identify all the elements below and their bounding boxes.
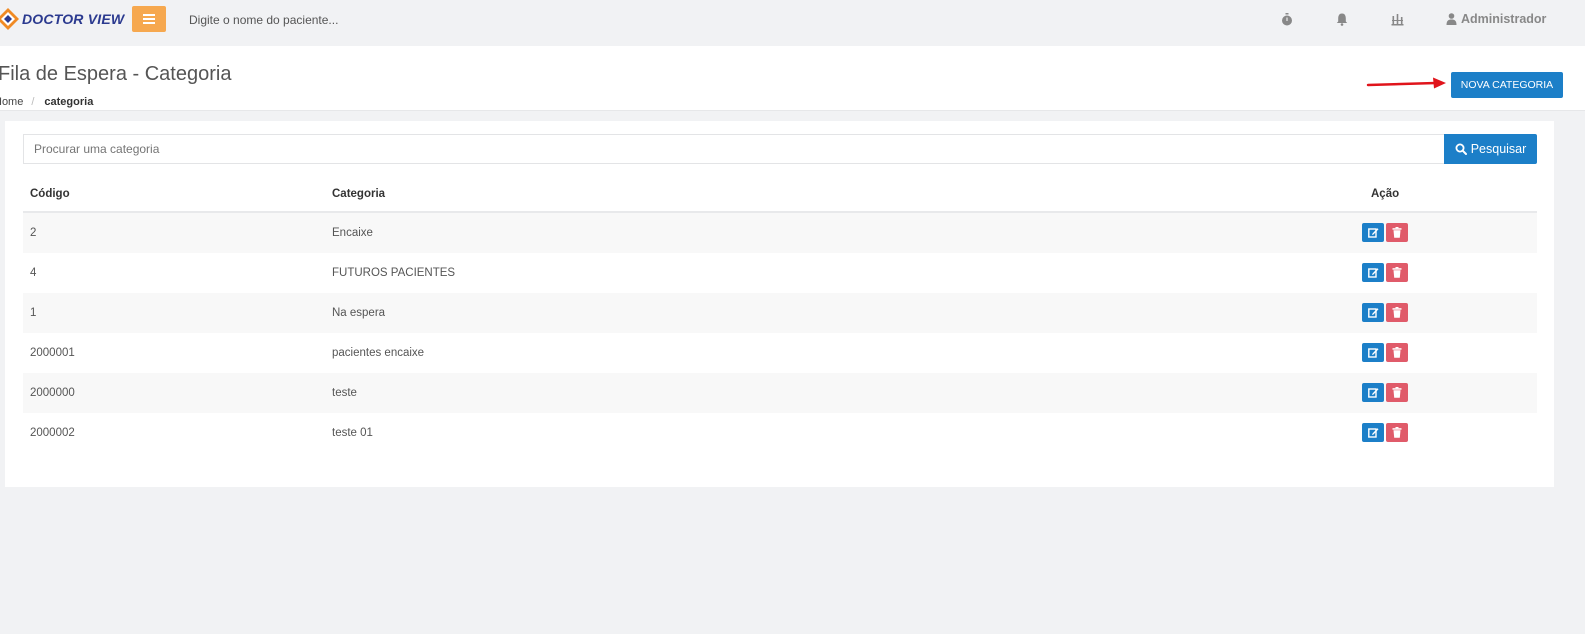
hamburger-icon [143,14,155,24]
edit-icon [1367,428,1378,438]
logo[interactable]: DOCTOR VIEW [0,6,124,32]
row-code: 2000001 [30,347,75,359]
page-title: Fila de Espera - Categoria [0,63,232,85]
row-code: 1 [30,307,37,319]
top-navbar: DOCTOR VIEW Digite o nome do paciente... [0,0,1585,46]
bell-icon[interactable] [1335,12,1349,26]
user-name: Administrador [1461,12,1547,26]
row-code: 2000000 [30,387,75,399]
logo-icon [0,8,19,30]
trash-icon [1392,387,1402,398]
trash-icon [1392,347,1402,358]
edit-button[interactable] [1362,303,1384,322]
row-actions [1362,263,1410,282]
edit-button[interactable] [1362,343,1384,362]
category-card: Pesquisar Código Categoria Ação 2 Encaix… [5,121,1554,487]
row-code: 2000002 [30,427,75,439]
row-category: teste [332,387,357,399]
row-category: Na espera [332,307,386,319]
table-body: 2 Encaixe 4 FUTUROS PACIENTES 1 Na esper… [23,213,1537,453]
user-menu[interactable]: Administrador [1446,12,1546,26]
logo-text: DOCTOR VIEW [22,11,125,27]
edit-icon [1367,308,1378,318]
search-button[interactable]: Pesquisar [1444,134,1537,164]
column-header-category: Categoria [332,187,386,200]
delete-button[interactable] [1386,343,1408,362]
trash-icon [1392,227,1402,238]
breadcrumb-home[interactable]: Home [0,96,23,108]
table-row: 2000001 pacientes encaixe [23,333,1537,373]
network-icon[interactable] [1390,12,1404,26]
row-actions [1362,343,1410,362]
user-icon [1446,13,1457,25]
new-category-button[interactable]: NOVA CATEGORIA [1451,72,1563,98]
row-code: 2 [30,227,37,239]
edit-button[interactable] [1362,263,1384,282]
row-category: Encaixe [332,227,373,239]
delete-button[interactable] [1386,423,1408,442]
edit-icon [1367,268,1378,278]
table-row: 1 Na espera [23,293,1537,333]
row-category: pacientes encaixe [332,347,425,359]
delete-button[interactable] [1386,303,1408,322]
edit-button[interactable] [1362,383,1384,402]
delete-button[interactable] [1386,223,1408,242]
breadcrumb-separator: / [31,96,35,108]
edit-icon [1367,228,1378,238]
trash-icon [1392,267,1402,278]
category-table: Código Categoria Ação 2 Encaixe 4 FUTURO… [23,176,1537,453]
annotation-arrow [1366,77,1446,89]
edit-button[interactable] [1362,423,1384,442]
row-actions [1362,303,1410,322]
row-category: FUTUROS PACIENTES [332,267,456,279]
search-button-label: Pesquisar [1470,142,1527,156]
table-row: 2000002 teste 01 [23,413,1537,453]
delete-button[interactable] [1386,263,1408,282]
table-row: 2 Encaixe [23,213,1537,253]
row-actions [1362,223,1410,242]
table-row: 4 FUTUROS PACIENTES [23,253,1537,293]
row-actions [1362,423,1410,442]
trash-icon [1392,427,1402,438]
column-header-code: Código [30,187,70,200]
row-category: teste 01 [332,427,373,439]
delete-button[interactable] [1386,383,1408,402]
breadcrumb-current: categoria [44,96,94,108]
menu-toggle-button[interactable] [132,6,166,32]
page-header: Fila de Espera - Categoria Home / catego… [0,46,1585,111]
column-header-action: Ação [1371,187,1400,200]
table-row: 2000000 teste [23,373,1537,413]
row-code: 4 [30,267,37,279]
edit-icon [1367,348,1378,358]
breadcrumb: Home / categoria [0,96,93,108]
edit-button[interactable] [1362,223,1384,242]
stopwatch-icon[interactable] [1280,12,1294,26]
category-search-input[interactable] [23,134,1445,164]
trash-icon [1392,307,1402,318]
search-icon [1455,143,1467,155]
patient-search-input[interactable]: Digite o nome do paciente... [189,13,338,27]
row-actions [1362,383,1410,402]
table-header: Código Categoria Ação [23,176,1537,213]
edit-icon [1367,388,1378,398]
